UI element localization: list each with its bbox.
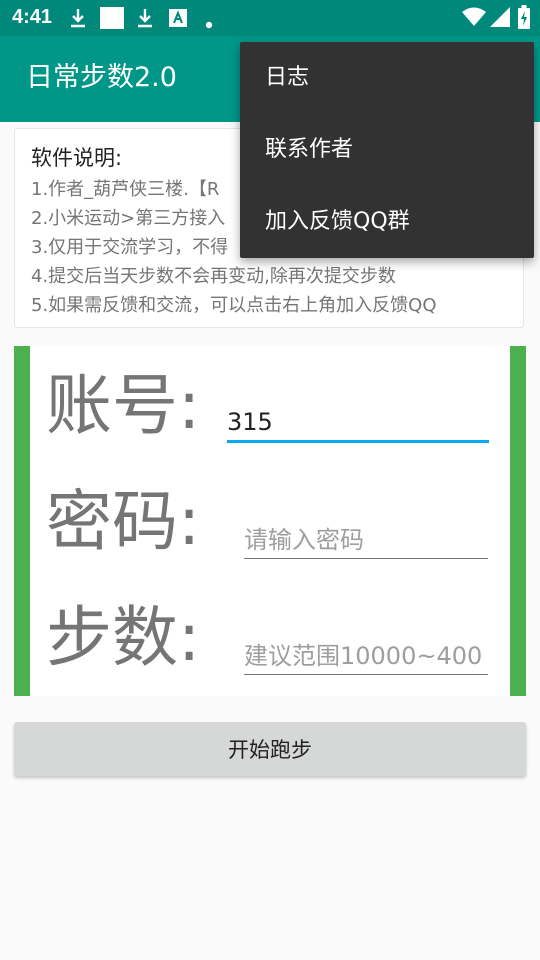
status-bar: 4:41	[0, 0, 540, 36]
text-a-icon	[169, 8, 187, 32]
app-screen: 4:41 日常步数2.0 软件说明: 1.作者_葫芦侠三楼.【R 2.小米运动>…	[0, 0, 540, 960]
download-icon	[135, 8, 155, 32]
dot-icon	[205, 14, 213, 33]
account-label: 账号:	[46, 367, 201, 444]
steps-label: 步数:	[46, 599, 201, 676]
menu-item-log[interactable]: 日志	[240, 42, 534, 114]
cell-signal-icon	[490, 7, 510, 31]
overflow-menu: 日志 联系作者 加入反馈QQ群	[240, 42, 534, 258]
instructions-title: 软件说明:	[31, 146, 123, 170]
menu-item-join-qq-group[interactable]: 加入反馈QQ群	[240, 186, 534, 258]
steps-input[interactable]	[244, 638, 488, 675]
status-time: 4:41	[12, 6, 53, 28]
battery-charging-icon	[518, 5, 530, 33]
instruction-line: 4.提交后当天步数不会再变动,除再次提交步数	[31, 266, 396, 287]
start-running-button[interactable]: 开始跑步	[14, 722, 526, 776]
account-input[interactable]	[227, 404, 489, 443]
instruction-line: 5.如果需反馈和交流，可以点击右上角加入反馈QQ	[31, 295, 437, 316]
wifi-icon	[462, 7, 486, 31]
password-input[interactable]	[244, 522, 488, 559]
download-icon	[68, 8, 88, 32]
app-title: 日常步数2.0	[26, 62, 177, 93]
square-notification-icon	[100, 7, 124, 33]
login-form-card: 账号: 密码: 步数:	[14, 346, 526, 696]
menu-item-contact-author[interactable]: 联系作者	[240, 114, 534, 186]
password-label: 密码:	[46, 483, 201, 560]
